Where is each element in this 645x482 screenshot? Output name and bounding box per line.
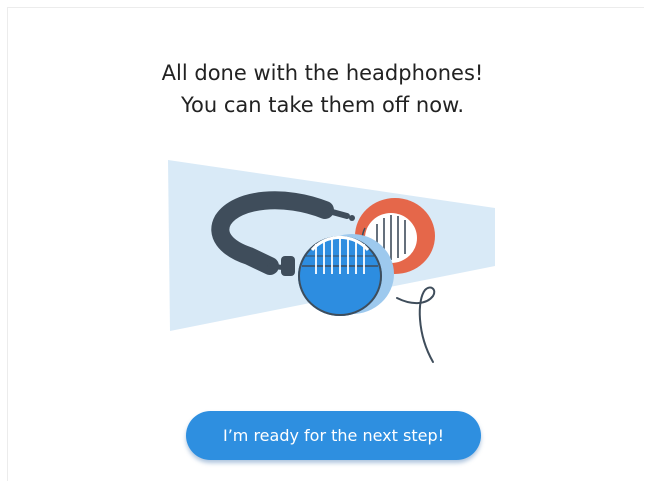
message-line-2: You can take them off now. bbox=[180, 93, 465, 117]
next-step-button[interactable]: I’m ready for the next step! bbox=[186, 411, 481, 460]
front-ear-cup bbox=[298, 234, 394, 316]
headphones-icon bbox=[168, 160, 495, 363]
completion-message: All done with the headphones! You can ta… bbox=[0, 57, 645, 121]
headphone-cable bbox=[396, 286, 436, 363]
headphones-illustration bbox=[165, 156, 500, 381]
message-line-1: All done with the headphones! bbox=[161, 61, 484, 85]
